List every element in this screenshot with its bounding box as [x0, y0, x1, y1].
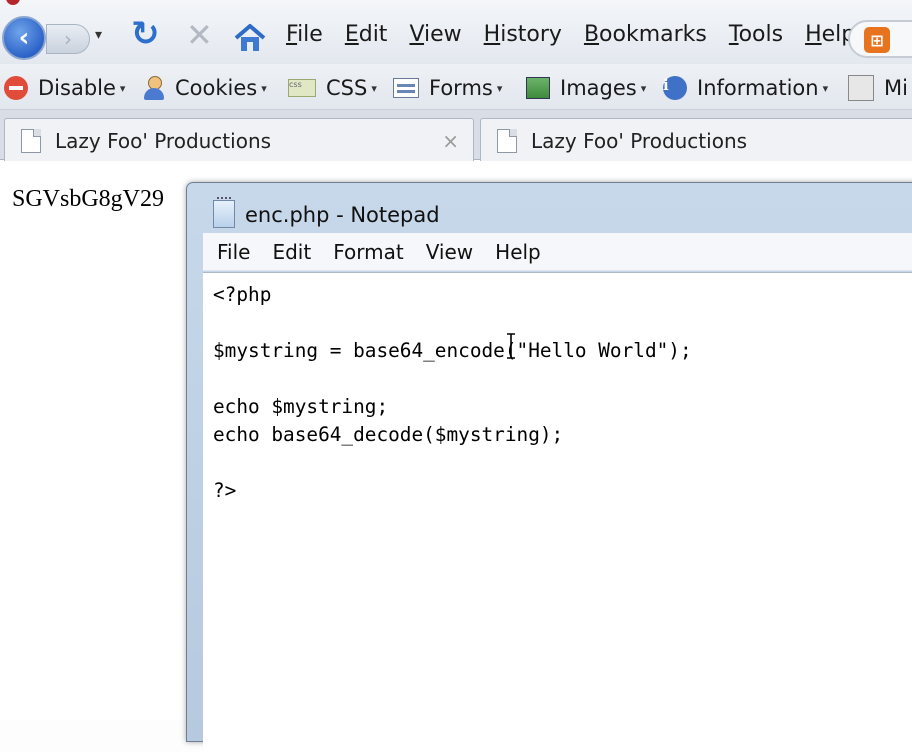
toolbar-css[interactable]: css CSS ▾: [288, 74, 377, 102]
back-arrow-icon: ‹: [18, 23, 30, 53]
menu-bookmarks[interactable]: Bookmarks: [584, 22, 707, 52]
notepad-menu-format[interactable]: Format: [333, 240, 403, 264]
tab-bar: Lazy Foo' Productions × Lazy Foo' Produc…: [0, 110, 912, 162]
chevron-down-icon: ▾: [496, 81, 503, 95]
notepad-titlebar[interactable]: enc.php - Notepad: [187, 183, 912, 233]
page-icon: [21, 128, 41, 153]
notepad-menu-file[interactable]: File: [217, 240, 250, 264]
xampp-icon: ⊞: [864, 27, 890, 53]
notepad-menubar: File Edit Format View Help: [203, 233, 912, 271]
toolbar-information[interactable]: i Information ▾: [663, 74, 828, 102]
notepad-text-area[interactable]: <?php $mystring = base64_encode("Hello W…: [203, 272, 912, 752]
toolbar-information-label: Information: [697, 76, 819, 100]
notepad-menu-view[interactable]: View: [426, 240, 473, 264]
forms-icon: [393, 78, 419, 98]
menu-file[interactable]: File: [286, 22, 323, 52]
chevron-down-icon: ▾: [119, 81, 126, 95]
back-button[interactable]: ‹: [2, 16, 46, 60]
tab-lazy-foo-1[interactable]: Lazy Foo' Productions ×: [4, 118, 474, 162]
browser-menubar: File Edit View History Bookmarks Tools H…: [286, 22, 877, 52]
notepad-menu-help[interactable]: Help: [495, 240, 541, 264]
toolbar-images-label: Images: [560, 76, 637, 100]
notepad-icon: [213, 197, 235, 228]
notepad-window: enc.php - Notepad File Edit Format View …: [186, 182, 912, 752]
forward-button[interactable]: ›: [46, 24, 90, 54]
misc-icon: [848, 75, 874, 101]
tab-title: Lazy Foo' Productions: [531, 128, 748, 153]
text-cursor-icon: [507, 333, 515, 359]
toolbar-disable-label: Disable: [38, 76, 116, 100]
menu-view[interactable]: View: [409, 22, 461, 52]
tab-lazy-foo-2[interactable]: Lazy Foo' Productions: [480, 118, 912, 162]
notepad-menu-edit[interactable]: Edit: [272, 240, 311, 264]
disable-icon: [4, 76, 28, 100]
toolbar-forms[interactable]: Forms ▾: [393, 74, 502, 102]
chevron-down-icon: ▾: [822, 81, 829, 95]
history-dropdown-icon[interactable]: ▾: [95, 27, 102, 43]
menu-tools[interactable]: Tools: [729, 22, 783, 52]
tab-close-icon[interactable]: ×: [442, 129, 459, 153]
toolbar-css-label: CSS: [326, 76, 368, 100]
information-icon: i: [663, 76, 687, 100]
home-icon[interactable]: [234, 23, 266, 53]
notepad-title: enc.php - Notepad: [245, 203, 440, 227]
encoded-output-text: SGVsbG8gV29: [12, 186, 165, 212]
window-close-dot[interactable]: [6, 0, 20, 5]
browser-nav-bar: ‹ › ▾ ↻ ✕ File Edit View History Bookmar…: [0, 0, 912, 64]
web-developer-toolbar: Disable ▾ Cookies ▾ css CSS ▾ Forms ▾ Images…: [0, 64, 912, 110]
toolbar-disable[interactable]: Disable ▾: [4, 74, 125, 102]
toolbar-images[interactable]: Images ▾: [526, 74, 646, 102]
toolbar-misc[interactable]: Mi: [848, 74, 908, 102]
toolbar-cookies-label: Cookies: [175, 76, 258, 100]
forward-arrow-icon: ›: [64, 27, 72, 51]
menu-edit[interactable]: Edit: [345, 22, 388, 52]
page-icon: [497, 128, 517, 153]
menu-history[interactable]: History: [484, 22, 562, 52]
php-source-code[interactable]: <?php $mystring = base64_encode("Hello W…: [213, 281, 692, 505]
addon-button[interactable]: ⊞: [848, 20, 912, 58]
images-icon: [526, 77, 550, 99]
toolbar-forms-label: Forms: [429, 76, 493, 100]
chevron-down-icon: ▾: [371, 81, 377, 95]
reload-icon[interactable]: ↻: [131, 17, 160, 51]
toolbar-cookies[interactable]: Cookies ▾: [143, 74, 267, 102]
chevron-down-icon: ▾: [261, 81, 267, 95]
chevron-down-icon: ▾: [640, 81, 647, 95]
tab-title: Lazy Foo' Productions: [55, 128, 272, 153]
cookies-icon: [143, 76, 165, 100]
toolbar-misc-label: Mi: [884, 76, 908, 100]
css-icon: css: [288, 79, 316, 97]
stop-icon[interactable]: ✕: [186, 19, 213, 51]
